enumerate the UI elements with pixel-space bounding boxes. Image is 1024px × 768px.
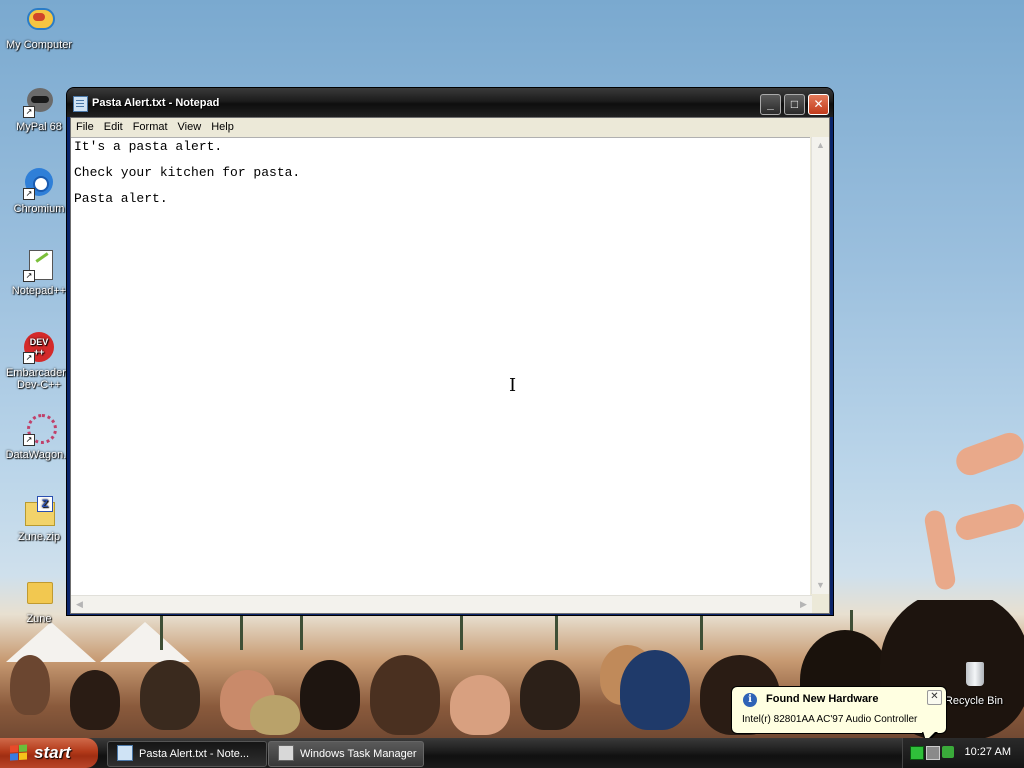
desktop-icon-recycle-bin[interactable]: Recycle Bin xyxy=(936,660,1012,707)
clock[interactable]: 10:27 AM xyxy=(965,746,1011,758)
desktop-icon-label: Embarcadero Dev-C++ xyxy=(5,367,73,391)
menu-format[interactable]: Format xyxy=(128,118,173,133)
window-title: Pasta Alert.txt - Notepad xyxy=(92,97,220,109)
wallpaper-hand xyxy=(952,428,1024,480)
task-label: Pasta Alert.txt - Note... xyxy=(139,748,250,760)
scroll-down-icon[interactable]: ▼ xyxy=(812,577,829,594)
desktop-icon-mypal[interactable]: ↗ MyPal 68 xyxy=(1,86,77,133)
info-icon: i xyxy=(743,693,757,707)
text-cursor-icon: I xyxy=(509,375,517,396)
scroll-up-icon[interactable]: ▲ xyxy=(812,137,829,154)
desktop-icon-zune-zip[interactable]: Z Zune.zip xyxy=(1,496,77,543)
desktop-icon-label: My Computer xyxy=(5,39,73,51)
balloon-close-button[interactable]: ✕ xyxy=(927,690,942,705)
task-manager-icon[interactable] xyxy=(910,746,924,760)
minimize-button[interactable]: _ xyxy=(760,94,781,115)
dev-cpp-icon: DEV ++ ↗ xyxy=(23,332,55,364)
menu-view[interactable]: View xyxy=(173,118,207,133)
desktop-icon-label: Zune.zip xyxy=(17,531,61,543)
desktop-icon-label: Recycle Bin xyxy=(944,695,1004,707)
task-label: Windows Task Manager xyxy=(300,748,417,760)
desktop-icon-notepadpp[interactable]: ↗ Notepad++ xyxy=(1,250,77,297)
desktop-icon-label: Notepad++ xyxy=(11,285,67,297)
text-line: It's a pasta alert. xyxy=(74,139,223,154)
close-button[interactable]: ✕ xyxy=(808,94,829,115)
desktop-icon-devcpp[interactable]: DEV ++ ↗ Embarcadero Dev-C++ xyxy=(1,332,77,391)
network-icon[interactable] xyxy=(926,746,940,760)
recycle-bin-icon xyxy=(958,660,990,692)
system-tray: 10:27 AM xyxy=(902,738,1024,768)
menu-help[interactable]: Help xyxy=(206,118,239,133)
maximize-button[interactable]: □ xyxy=(784,94,805,115)
zip-folder-icon: Z xyxy=(23,496,55,528)
desktop-icon-label: Chromium xyxy=(13,203,65,215)
task-manager-icon xyxy=(278,745,294,762)
scroll-right-icon[interactable]: ▶ xyxy=(795,596,812,613)
safely-remove-hardware-icon[interactable] xyxy=(942,746,954,758)
notification-balloon[interactable]: i Found New Hardware Intel(r) 82801AA AC… xyxy=(731,686,947,744)
datawagon-icon: ↗ xyxy=(23,414,57,446)
text-editor[interactable]: It's a pasta alert. Check your kitchen f… xyxy=(71,137,810,595)
start-button[interactable]: start xyxy=(0,738,98,768)
horizontal-scrollbar[interactable]: ◀ ▶ xyxy=(71,595,812,613)
raccoon-icon: ↗ xyxy=(23,86,55,118)
menu-bar: File Edit Format View Help xyxy=(71,118,829,136)
size-grip[interactable] xyxy=(812,596,829,613)
notepad-icon xyxy=(117,745,133,762)
desktop-icon-label: MyPal 68 xyxy=(16,121,62,133)
window-client: File Edit Format View Help It's a pasta aler… xyxy=(70,117,830,614)
my-computer-icon xyxy=(23,4,55,36)
desktop-icon-label: Zune xyxy=(26,613,52,625)
desktop-icon-zune[interactable]: Zune xyxy=(1,578,77,625)
wallpaper-hand-2 xyxy=(953,501,1024,543)
notepad-icon[interactable] xyxy=(73,96,88,112)
vertical-scrollbar[interactable]: ▲ ▼ xyxy=(811,137,829,594)
chromium-icon: ↗ xyxy=(23,168,55,200)
desktop-icon-datawagon[interactable]: ↗ DataWagon... xyxy=(1,414,77,461)
windows-logo-icon xyxy=(10,744,28,761)
desktop-icon-label: DataWagon... xyxy=(5,449,73,461)
taskbar: start Pasta Alert.txt - Note... Windows … xyxy=(0,738,1024,768)
title-bar[interactable]: Pasta Alert.txt - Notepad _ □ ✕ xyxy=(67,88,833,117)
notepad-window[interactable]: Pasta Alert.txt - Notepad _ □ ✕ File Edit… xyxy=(67,88,833,615)
balloon-message: Intel(r) 82801AA AC'97 Audio Controller xyxy=(742,714,918,725)
start-label: start xyxy=(34,743,71,762)
text-line: Check your kitchen for pasta. xyxy=(74,165,301,180)
notepadpp-icon: ↗ xyxy=(23,250,55,282)
balloon-title: Found New Hardware xyxy=(766,693,879,705)
menu-edit[interactable]: Edit xyxy=(99,118,128,133)
wallpaper-arm xyxy=(923,508,957,592)
desktop-icon-chromium[interactable]: ↗ Chromium xyxy=(1,168,77,215)
menu-file[interactable]: File xyxy=(71,118,99,133)
scroll-left-icon[interactable]: ◀ xyxy=(71,596,88,613)
taskbar-button-notepad[interactable]: Pasta Alert.txt - Note... xyxy=(107,741,267,767)
folder-icon xyxy=(23,578,55,610)
taskbar-button-task-manager[interactable]: Windows Task Manager xyxy=(268,741,424,767)
text-line: Pasta alert. xyxy=(74,191,168,206)
desktop-icon-my-computer[interactable]: My Computer xyxy=(1,4,77,51)
